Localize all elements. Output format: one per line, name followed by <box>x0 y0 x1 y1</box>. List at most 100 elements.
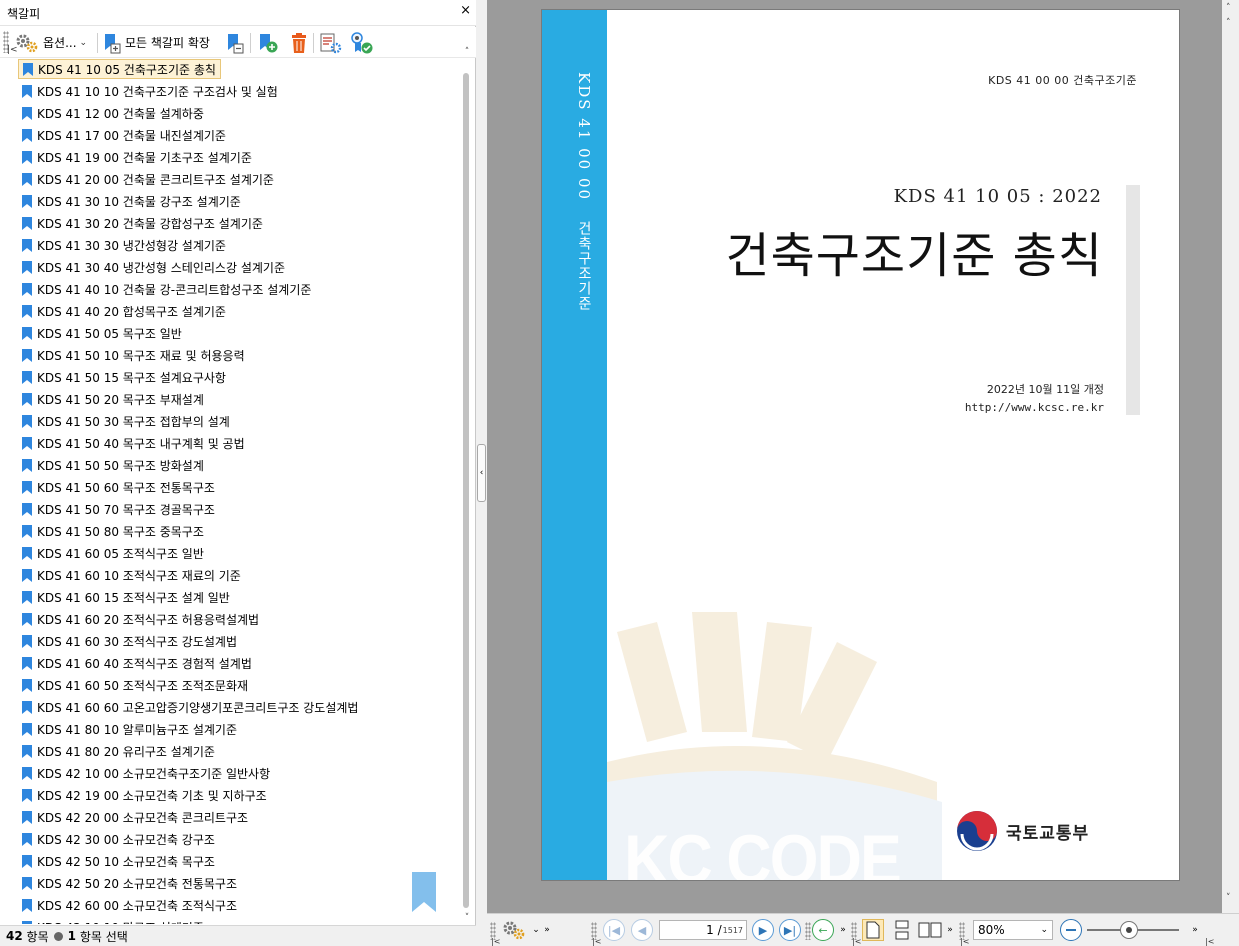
bookmark-scrollbar[interactable]: ˄ ˅ <box>460 47 474 925</box>
scroll-down-icon[interactable]: ˅ <box>462 913 472 923</box>
bookmark-item[interactable]: KDS 41 60 15 조적식구조 설계 일반 <box>18 587 234 607</box>
bookmark-label: KDS 41 30 40 냉간성형 스테인리스강 설계기준 <box>37 260 285 275</box>
bookmark-item[interactable]: KDS 41 50 60 목구조 전통목구조 <box>18 477 219 497</box>
page-number-input[interactable]: 1 /1517 <box>659 920 747 940</box>
bookmark-icon <box>22 304 32 318</box>
bookmark-item[interactable]: KDS 42 50 10 소규모건축 목구조 <box>18 851 219 871</box>
bookmark-item[interactable]: KDS 41 50 30 목구조 접합부의 설계 <box>18 411 234 431</box>
bookmark-label: KDS 41 60 20 조적식구조 허용응력설계법 <box>37 612 260 627</box>
zoom-select[interactable]: 80% ⌄ <box>973 920 1053 940</box>
scroll-top-icon[interactable] <box>462 49 472 59</box>
bookmark-item[interactable]: KDS 41 10 10 건축구조기준 구조검사 및 실험 <box>18 81 282 101</box>
next-page-button[interactable]: ▶ <box>752 919 774 941</box>
go-back-button[interactable]: ← <box>812 919 834 941</box>
panel-splitter[interactable]: ‹ <box>476 0 487 946</box>
total-pages: 1517 <box>722 925 743 935</box>
navbar-grip[interactable] <box>805 922 811 940</box>
bookmark-item[interactable]: KDS 41 17 00 건축물 내진설계기준 <box>18 125 230 145</box>
scroll-up-icon[interactable]: ˄ <box>1226 3 1231 13</box>
collapse-toolbar-icon[interactable]: |< <box>1205 937 1214 946</box>
status-dot-icon <box>53 931 63 941</box>
bookmark-item[interactable]: KDS 41 60 30 조적식구조 강도설계법 <box>18 631 241 651</box>
scroll-top-icon[interactable]: ˄ <box>1226 18 1231 28</box>
bookmark-item[interactable]: KDS 41 60 50 조적식구조 조적조문화재 <box>18 675 252 695</box>
bookmark-icon <box>22 436 32 450</box>
overflow-icon[interactable]: » <box>1190 919 1200 941</box>
bookmark-icon <box>22 414 32 428</box>
bookmark-item[interactable]: KDS 41 60 20 조적식구조 허용응력설계법 <box>18 609 263 629</box>
bookmark-item[interactable]: KDS 42 50 20 소규모건축 전통목구조 <box>18 873 241 893</box>
continuous-view-button[interactable] <box>891 919 913 941</box>
bookmark-item[interactable]: KDS 42 20 00 소규모건축 콘크리트구조 <box>18 807 252 827</box>
bookmark-item[interactable]: KDS 42 30 00 소규모건축 강구조 <box>18 829 219 849</box>
bookmark-item[interactable]: KDS 43 10 10 막구조 설계기준 <box>18 917 208 924</box>
facing-view-button[interactable] <box>917 919 943 941</box>
bookmark-properties-button[interactable] <box>319 30 343 55</box>
bookmark-item[interactable]: KDS 41 50 40 목구조 내구계획 및 공법 <box>18 433 249 453</box>
previous-page-button[interactable]: ◀ <box>631 919 653 941</box>
bookmark-item[interactable]: KDS 41 30 10 건축물 강구조 설계기준 <box>18 191 245 211</box>
current-page: 1 <box>706 923 714 937</box>
document-view[interactable]: KDS 41 00 00 건축구조기준 KDS 41 00 00 건축구조기준 … <box>487 0 1239 913</box>
overflow-icon[interactable]: » <box>945 919 955 941</box>
bookmark-item[interactable]: KDS 41 10 05 건축구조기준 총칙 <box>18 59 221 79</box>
zoom-slider-thumb[interactable] <box>1120 921 1138 939</box>
bookmark-item[interactable]: KDS 41 60 05 조적식구조 일반 <box>18 543 208 563</box>
verify-bookmark-button[interactable] <box>349 30 375 55</box>
bookmark-item[interactable]: KDS 41 30 20 건축물 강합성구조 설계기준 <box>18 213 267 233</box>
bookmark-item[interactable]: KDS 41 19 00 건축물 기초구조 설계기준 <box>18 147 256 167</box>
collapse-panel-button[interactable]: ‹ <box>477 444 486 502</box>
bookmark-item[interactable]: KDS 41 12 00 건축물 설계하중 <box>18 103 208 123</box>
options-button[interactable]: 옵션... ⌄ <box>14 30 87 55</box>
pdf-page: KDS 41 00 00 건축구조기준 KDS 41 00 00 건축구조기준 … <box>542 10 1179 880</box>
bookmark-item[interactable]: KDS 41 50 15 목구조 설계요구사항 <box>18 367 230 387</box>
bookmark-item[interactable]: KDS 41 40 20 합성목구조 설계기준 <box>18 301 230 321</box>
close-icon[interactable]: × <box>460 3 471 18</box>
pdf-viewer-window: 책갈피 × 옵션... ⌄ 모든 책갈피 확장 |< KDS 41 10 05 … <box>0 0 1239 946</box>
view-options-button[interactable] <box>499 919 529 941</box>
bookmark-item[interactable]: KDS 41 60 10 조적식구조 재료의 기준 <box>18 565 245 585</box>
document-scrollbar[interactable]: ˄ ˄ ˅ <box>1222 0 1239 913</box>
collapse-toolbar-icon[interactable]: |< <box>7 45 18 55</box>
add-bookmark-button[interactable] <box>257 30 279 55</box>
bookmark-item[interactable]: KDS 42 10 00 소규모건축구조기준 일반사항 <box>18 763 274 783</box>
chevron-down-icon[interactable]: ⌄ <box>531 919 541 941</box>
expand-all-button[interactable]: 모든 책갈피 확장 <box>102 30 210 55</box>
last-page-button[interactable]: ▶| <box>779 919 801 941</box>
scroll-thumb[interactable] <box>463 73 469 908</box>
bookmark-item[interactable]: KDS 41 30 40 냉간성형 스테인리스강 설계기준 <box>18 257 289 277</box>
bookmark-item[interactable]: KDS 41 80 10 알루미늄구조 설계기준 <box>18 719 241 739</box>
single-page-view-button[interactable] <box>862 919 884 941</box>
overflow-icon[interactable]: » <box>542 919 552 941</box>
bookmark-icon <box>22 920 32 924</box>
bookmark-item[interactable]: KDS 41 50 10 목구조 재료 및 허용응력 <box>18 345 249 365</box>
scroll-down-icon[interactable]: ˅ <box>1226 893 1231 903</box>
bookmark-label: KDS 41 20 00 건축물 콘크리트구조 설계기준 <box>37 172 274 187</box>
overflow-icon[interactable]: » <box>838 919 848 941</box>
bookmark-item[interactable]: KDS 41 50 70 목구조 경골목구조 <box>18 499 219 519</box>
collapse-toolbar-icon[interactable]: |< <box>852 937 861 946</box>
bookmark-label: KDS 41 30 10 건축물 강구조 설계기준 <box>37 194 241 209</box>
bookmark-item[interactable]: KDS 41 50 20 목구조 부재설계 <box>18 389 208 409</box>
bookmark-item[interactable]: KDS 41 20 00 건축물 콘크리트구조 설계기준 <box>18 169 278 189</box>
bookmark-item[interactable]: KDS 41 50 05 목구조 일반 <box>18 323 186 343</box>
bookmark-item[interactable]: KDS 41 40 10 건축물 강-콘크리트합성구조 설계기준 <box>18 279 315 299</box>
delete-bookmark-button[interactable] <box>289 30 309 55</box>
bookmark-item[interactable]: KDS 41 50 80 목구조 중목구조 <box>18 521 208 541</box>
bookmark-item[interactable]: KDS 42 60 00 소규모건축 조적식구조 <box>18 895 241 915</box>
bookmark-label: KDS 42 19 00 소규모건축 기초 및 지하구조 <box>37 788 267 803</box>
bookmark-item[interactable]: KDS 41 60 40 조적식구조 경험적 설계법 <box>18 653 256 673</box>
bookmark-item[interactable]: KDS 42 19 00 소규모건축 기초 및 지하구조 <box>18 785 271 805</box>
collapse-toolbar-icon[interactable]: |< <box>960 937 969 946</box>
collapse-toolbar-icon[interactable]: |< <box>592 937 601 946</box>
collapse-all-button[interactable] <box>225 30 245 55</box>
first-page-button[interactable]: |◀ <box>603 919 625 941</box>
bookmark-item[interactable]: KDS 41 30 30 냉간성형강 설계기준 <box>18 235 230 255</box>
bookmark-item[interactable]: KDS 41 50 50 목구조 방화설계 <box>18 455 208 475</box>
zoom-out-button[interactable] <box>1060 919 1082 941</box>
spine-code: KDS 41 00 00 <box>575 72 593 202</box>
back-arrow-icon: ← <box>812 919 834 941</box>
bookmark-item[interactable]: KDS 41 60 60 고온고압증기양생기포콘크리트구조 강도설계법 <box>18 697 362 717</box>
bookmark-item[interactable]: KDS 41 80 20 유리구조 설계기준 <box>18 741 219 761</box>
bookmark-label: KDS 41 50 60 목구조 전통목구조 <box>37 480 215 495</box>
